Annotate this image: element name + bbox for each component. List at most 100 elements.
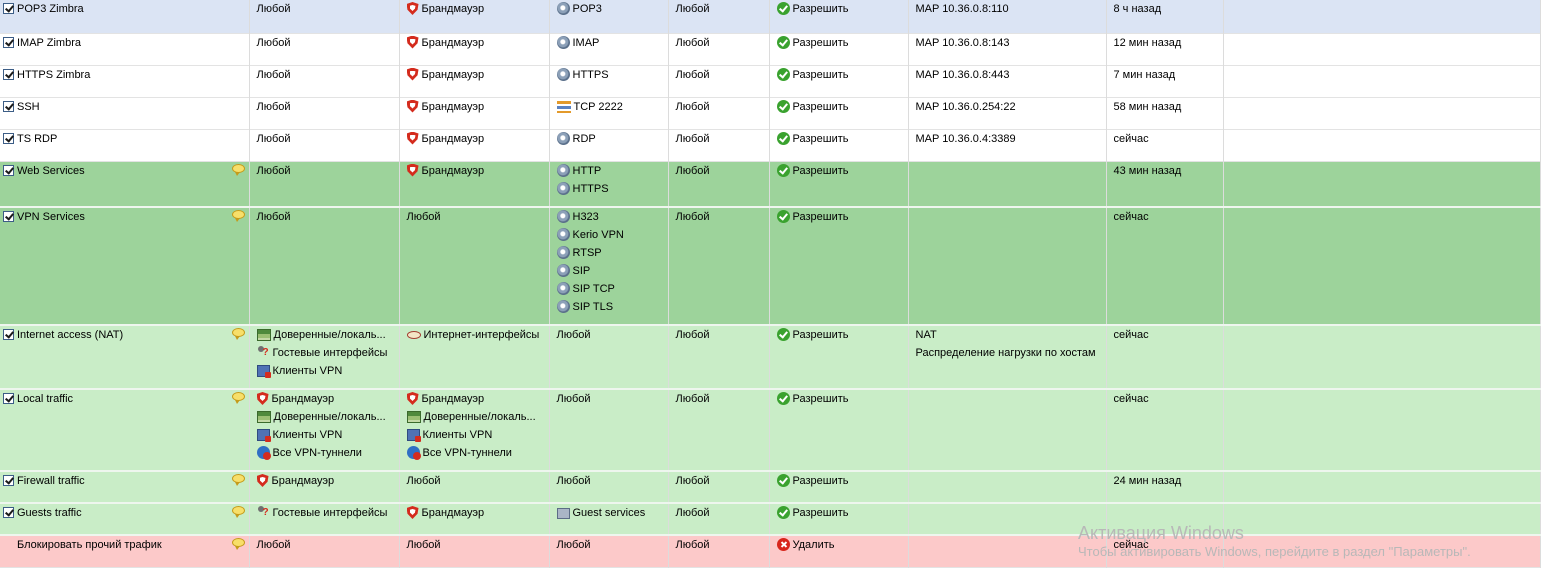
rule-enabled-checkbox[interactable] bbox=[3, 68, 14, 80]
rule-row[interactable]: SSH Любой Брандмауэр TCP 2222 Любой Разрешить… bbox=[0, 97, 1541, 129]
rule-name-cell[interactable]: HTTPS Zimbra bbox=[0, 65, 250, 97]
rule-destination-cell[interactable]: Брандмауэр bbox=[399, 65, 550, 97]
rule-action-cell[interactable]: Удалить bbox=[769, 535, 909, 567]
rule-service-cell[interactable]: TCP 2222 bbox=[549, 97, 669, 129]
rule-translation-cell[interactable]: MAP 10.36.0.254:22 bbox=[908, 97, 1107, 129]
rule-action-cell[interactable]: Разрешить bbox=[769, 65, 909, 97]
rule-source-cell[interactable]: Любой bbox=[249, 129, 400, 161]
rule-service-cell[interactable]: IMAP bbox=[549, 33, 669, 65]
rule-enabled-checkbox[interactable] bbox=[3, 164, 14, 176]
rule-action-cell[interactable]: Разрешить bbox=[769, 503, 909, 535]
rule-row[interactable]: POP3 Zimbra Любой Брандмауэр POP3 Любой Разре… bbox=[0, 0, 1541, 33]
rule-name-cell[interactable]: TS RDP bbox=[0, 129, 250, 161]
rule-row[interactable]: Firewall traffic Брандмауэр Любой Любой Любо… bbox=[0, 471, 1541, 503]
rule-translation-cell[interactable] bbox=[908, 471, 1107, 503]
rule-name-cell[interactable]: VPN Services bbox=[0, 207, 250, 325]
rule-enabled-checkbox[interactable] bbox=[3, 132, 14, 144]
rule-action-cell[interactable]: Разрешить bbox=[769, 97, 909, 129]
rule-service-cell[interactable]: Любой bbox=[549, 535, 669, 567]
rule-destination-cell[interactable]: Брандмауэр bbox=[399, 97, 550, 129]
rule-source-cell[interactable]: Любой bbox=[249, 65, 400, 97]
rule-time-cell[interactable]: Любой bbox=[668, 471, 770, 503]
rule-time-cell[interactable]: Любой bbox=[668, 207, 770, 325]
rule-service-cell[interactable]: Любой bbox=[549, 325, 669, 389]
rule-row[interactable]: Guests traffic Гостевые интерфейсы Брандма… bbox=[0, 503, 1541, 535]
rule-enabled-checkbox[interactable] bbox=[3, 36, 14, 48]
rule-time-cell[interactable]: Любой bbox=[668, 0, 770, 33]
rule-translation-cell[interactable] bbox=[908, 389, 1107, 471]
rule-source-cell[interactable]: Гостевые интерфейсы bbox=[249, 503, 400, 535]
rule-translation-cell[interactable]: MAP 10.36.0.8:143 bbox=[908, 33, 1107, 65]
rule-name-cell[interactable]: Блокировать прочий трафик bbox=[0, 535, 250, 567]
rule-service-cell[interactable]: RDP bbox=[549, 129, 669, 161]
rule-action-cell[interactable]: Разрешить bbox=[769, 129, 909, 161]
rule-service-cell[interactable]: HTTPS bbox=[549, 65, 669, 97]
rule-translation-cell[interactable]: MAP 10.36.0.8:443 bbox=[908, 65, 1107, 97]
rule-translation-cell[interactable] bbox=[908, 161, 1107, 207]
rule-service-cell[interactable]: Любой bbox=[549, 389, 669, 471]
comment-icon[interactable] bbox=[231, 538, 245, 550]
rule-source-cell[interactable]: Брандмауэр Доверенные/локаль... Клиенты VP… bbox=[249, 389, 400, 471]
rule-action-cell[interactable]: Разрешить bbox=[769, 389, 909, 471]
comment-icon[interactable] bbox=[231, 392, 245, 404]
rule-action-cell[interactable]: Разрешить bbox=[769, 161, 909, 207]
rule-time-cell[interactable]: Любой bbox=[668, 503, 770, 535]
rule-action-cell[interactable]: Разрешить bbox=[769, 471, 909, 503]
rule-name-cell[interactable]: IMAP Zimbra bbox=[0, 33, 250, 65]
rule-enabled-checkbox[interactable] bbox=[3, 475, 14, 486]
rule-enabled-checkbox[interactable] bbox=[3, 507, 14, 518]
rule-service-cell[interactable]: HTTP HTTPS bbox=[549, 161, 669, 207]
rule-source-cell[interactable]: Любой bbox=[249, 33, 400, 65]
rule-service-cell[interactable]: H323 Kerio VPN RTSP SIP SIP TCP SIP TLS bbox=[549, 207, 669, 325]
rule-row[interactable]: Web Services Любой Брандмауэр HTTP HTTPS Любо… bbox=[0, 161, 1541, 207]
rule-destination-cell[interactable]: Любой bbox=[399, 471, 550, 503]
rule-action-cell[interactable]: Разрешить bbox=[769, 325, 909, 389]
comment-icon[interactable] bbox=[231, 210, 245, 222]
rule-translation-cell[interactable]: MAP 10.36.0.8:110 bbox=[908, 0, 1107, 33]
rule-time-cell[interactable]: Любой bbox=[668, 161, 770, 207]
rule-enabled-checkbox[interactable] bbox=[3, 211, 14, 222]
rule-enabled-checkbox[interactable] bbox=[3, 329, 14, 340]
rule-name-cell[interactable]: SSH bbox=[0, 97, 250, 129]
rule-name-cell[interactable]: Web Services bbox=[0, 161, 250, 207]
rule-destination-cell[interactable]: Брандмауэр Доверенные/локаль... Клиенты VP… bbox=[399, 389, 550, 471]
rule-action-cell[interactable]: Разрешить bbox=[769, 0, 909, 33]
comment-icon[interactable] bbox=[231, 474, 245, 486]
rule-service-cell[interactable]: POP3 bbox=[549, 0, 669, 33]
rule-source-cell[interactable]: Брандмауэр bbox=[249, 471, 400, 503]
rule-source-cell[interactable]: Любой bbox=[249, 97, 400, 129]
comment-icon[interactable] bbox=[231, 328, 245, 340]
rule-time-cell[interactable]: Любой bbox=[668, 535, 770, 567]
rule-name-cell[interactable]: Guests traffic bbox=[0, 503, 250, 535]
rule-time-cell[interactable]: Любой bbox=[668, 65, 770, 97]
rule-name-cell[interactable]: POP3 Zimbra bbox=[0, 0, 250, 33]
rule-service-cell[interactable]: Guest services bbox=[549, 503, 669, 535]
rule-time-cell[interactable]: Любой bbox=[668, 97, 770, 129]
rule-name-cell[interactable]: Firewall traffic bbox=[0, 471, 250, 503]
comment-icon[interactable] bbox=[231, 163, 245, 176]
rule-destination-cell[interactable]: Любой bbox=[399, 207, 550, 325]
rule-destination-cell[interactable]: Брандмауэр bbox=[399, 0, 550, 33]
rule-source-cell[interactable]: Доверенные/локаль... Гостевые интерфейсы К… bbox=[249, 325, 400, 389]
rule-destination-cell[interactable]: Брандмауэр bbox=[399, 503, 550, 535]
rule-row[interactable]: Internet access (NAT) Доверенные/локаль..… bbox=[0, 325, 1541, 389]
rule-translation-cell[interactable] bbox=[908, 535, 1107, 567]
rule-translation-cell[interactable]: MAP 10.36.0.4:3389 bbox=[908, 129, 1107, 161]
rule-translation-cell[interactable] bbox=[908, 207, 1107, 325]
rule-source-cell[interactable]: Любой bbox=[249, 161, 400, 207]
rule-action-cell[interactable]: Разрешить bbox=[769, 33, 909, 65]
rule-time-cell[interactable]: Любой bbox=[668, 325, 770, 389]
rule-row[interactable]: IMAP Zimbra Любой Брандмауэр IMAP Любой Разре… bbox=[0, 33, 1541, 65]
rule-row[interactable]: TS RDP Любой Брандмауэр RDP Любой Разрешить MA… bbox=[0, 129, 1541, 161]
rule-action-cell[interactable]: Разрешить bbox=[769, 207, 909, 325]
rule-source-cell[interactable]: Любой bbox=[249, 0, 400, 33]
rule-destination-cell[interactable]: Брандмауэр bbox=[399, 129, 550, 161]
rule-destination-cell[interactable]: Интернет-интерфейсы bbox=[399, 325, 550, 389]
rule-source-cell[interactable]: Любой bbox=[249, 207, 400, 325]
rule-row[interactable]: VPN Services Любой Любой H323 Kerio VPN RTSP S… bbox=[0, 207, 1541, 325]
rule-time-cell[interactable]: Любой bbox=[668, 129, 770, 161]
rule-destination-cell[interactable]: Брандмауэр bbox=[399, 33, 550, 65]
rule-name-cell[interactable]: Internet access (NAT) bbox=[0, 325, 250, 389]
rule-name-cell[interactable]: Local traffic bbox=[0, 389, 250, 471]
rule-destination-cell[interactable]: Любой bbox=[399, 535, 550, 567]
